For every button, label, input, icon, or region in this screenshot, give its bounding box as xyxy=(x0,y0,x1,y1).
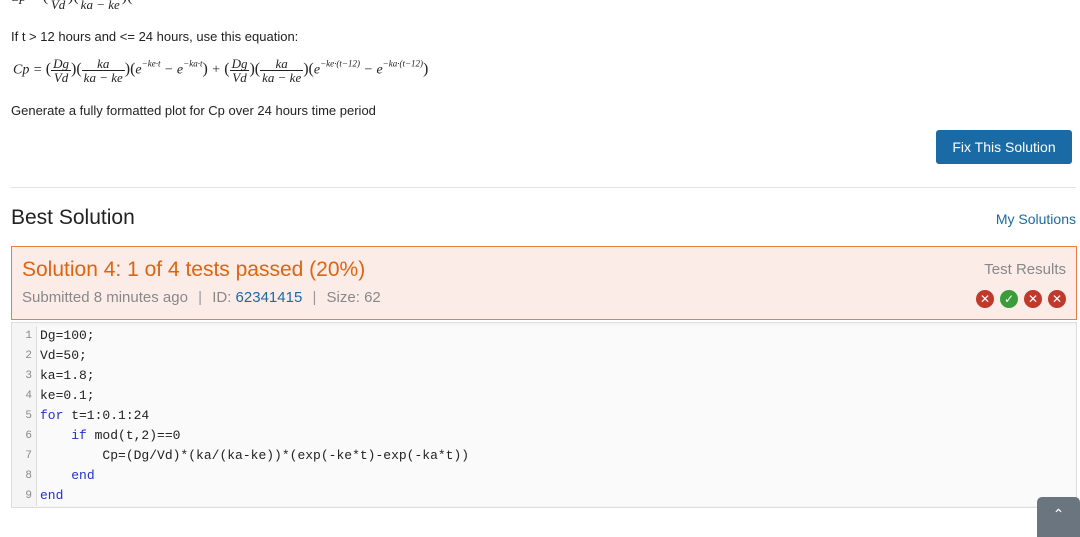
code-text: for t=1:0.1:24 xyxy=(36,406,1076,426)
condition-text: If t > 12 hours and <= 24 hours, use thi… xyxy=(11,29,299,44)
solution-title: Solution 4: 1 of 4 tests passed (20%) xyxy=(22,258,366,281)
submitted-label: Submitted xyxy=(22,289,90,306)
code-line: 7 Cp=(Dg/Vd)*(ka/(ka-ke))*(exp(-ke*t)-ex… xyxy=(12,446,1076,466)
line-number: 5 xyxy=(12,406,36,426)
code-text: Vd=50; xyxy=(36,346,1076,366)
code-line: 5 for t=1:0.1:24 xyxy=(12,406,1076,426)
code-text: if mod(t,2)==0 xyxy=(36,426,1076,446)
code-line: 4 ke=0.1; xyxy=(12,386,1076,406)
submitted-value: 8 minutes ago xyxy=(93,289,188,306)
test-fail-icon[interactable]: ✕ xyxy=(1024,290,1042,308)
solution-result-panel: Solution 4: 1 of 4 tests passed (20%) Su… xyxy=(11,246,1077,320)
test-fail-icon[interactable]: ✕ xyxy=(976,290,994,308)
code-line: 1 Dg=100; xyxy=(12,326,1076,346)
equation-partial-top: Cp = (DgVd)(kaka − ke)( xyxy=(10,0,132,12)
test-results-label: Test Results xyxy=(984,261,1066,278)
code-text: ka=1.8; xyxy=(36,366,1076,386)
code-keyword: end xyxy=(40,488,64,503)
line-number: 1 xyxy=(12,326,36,346)
code-text: Cp=(Dg/Vd)*(ka/(ka-ke))*(exp(-ke*t)-exp(… xyxy=(36,446,1076,466)
fix-this-solution-button[interactable]: Fix This Solution xyxy=(936,130,1072,164)
solution-id-link[interactable]: 62341415 xyxy=(236,289,303,306)
best-solution-heading: Best Solution xyxy=(11,206,135,229)
line-number: 7 xyxy=(12,446,36,466)
divider xyxy=(11,187,1076,188)
test-pass-icon[interactable]: ✓ xyxy=(1000,290,1018,308)
size-label: Size: xyxy=(326,289,360,306)
code-text: end xyxy=(36,466,1076,486)
line-number: 2 xyxy=(12,346,36,366)
cp-equation: Cp = (Dg Vd)(ka ka − ke)(e−ke·t − e−ka·t) … xyxy=(13,56,429,85)
code-line: 3 ka=1.8; xyxy=(12,366,1076,386)
code-viewer: 1 Dg=100; 2 Vd=50; 3 ka=1.8; 4 ke=0.1; 5 for t=1:… xyxy=(11,322,1077,508)
id-label: ID: xyxy=(212,289,232,306)
test-fail-icon[interactable]: ✕ xyxy=(1048,290,1066,308)
code-keyword: end xyxy=(71,468,95,483)
line-number: 6 xyxy=(12,426,36,446)
size-value: 62 xyxy=(364,289,381,306)
code-text: ke=0.1; xyxy=(36,386,1076,406)
test-results-icons: ✕ ✓ ✕ ✕ xyxy=(976,290,1066,308)
code-keyword: for xyxy=(40,408,64,423)
line-number: 4 xyxy=(12,386,36,406)
solution-meta: Submitted 8 minutes ago | ID: 62341415 |… xyxy=(22,289,381,306)
chevron-up-icon: ⌃ xyxy=(1052,506,1065,522)
code-line: 2 Vd=50; xyxy=(12,346,1076,366)
code-keyword: if xyxy=(71,428,87,443)
scroll-to-top-button[interactable]: ⌃ xyxy=(1037,497,1080,537)
code-line: 8 end xyxy=(12,466,1076,486)
code-text: Dg=100; xyxy=(36,326,1076,346)
code-line: 6 if mod(t,2)==0 xyxy=(12,426,1076,446)
instruction-text: Generate a fully formatted plot for Cp o… xyxy=(11,103,376,118)
code-text: end xyxy=(36,486,1076,506)
my-solutions-link[interactable]: My Solutions xyxy=(996,211,1076,227)
line-number: 3 xyxy=(12,366,36,386)
line-number: 9 xyxy=(12,486,36,506)
code-line: 9 end xyxy=(12,486,1076,506)
line-number: 8 xyxy=(12,466,36,486)
